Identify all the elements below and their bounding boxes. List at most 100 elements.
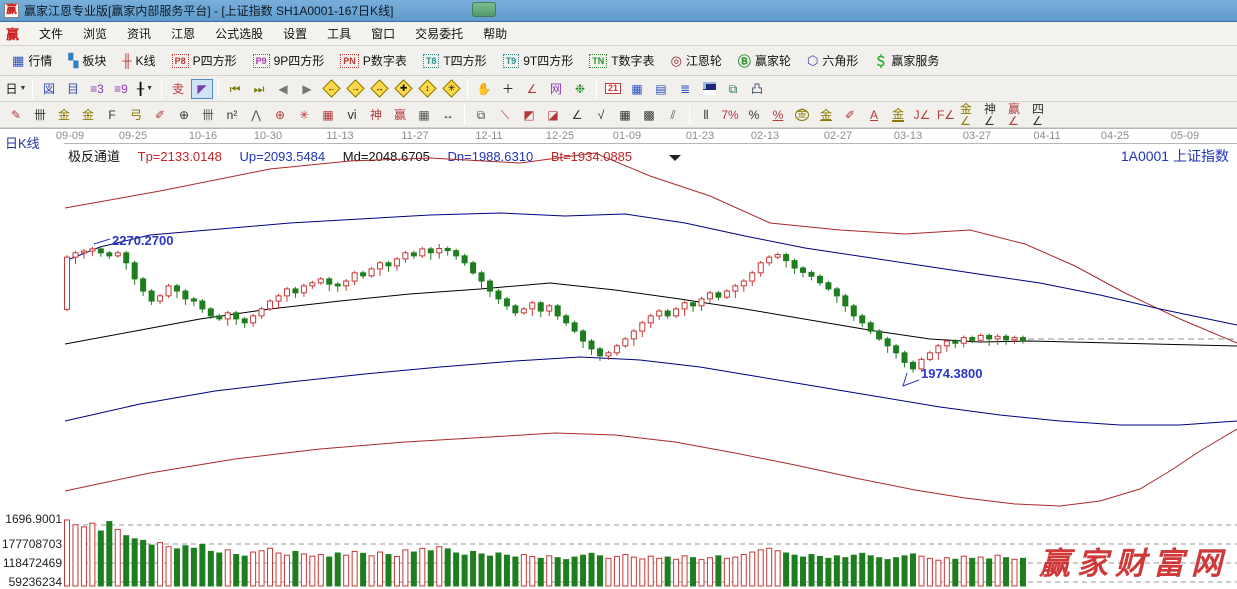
bars-9-icon[interactable]: ≡9: [110, 79, 132, 99]
t-square-button[interactable]: T8T四方形: [417, 49, 493, 72]
grid-dense-icon[interactable]: ▩: [638, 105, 660, 125]
ying-angle-icon[interactable]: 赢∠: [1007, 105, 1029, 125]
menu-item-4[interactable]: 公式选股: [205, 24, 273, 44]
winner-wheel-button[interactable]: Ⓑ赢家轮: [732, 48, 797, 73]
hexagon-button[interactable]: ⬡六角形: [801, 49, 864, 72]
gold-grid-icon[interactable]: 金: [53, 105, 75, 125]
zoom-left-icon[interactable]: ←: [320, 79, 342, 99]
last-bar-icon[interactable]: ⏭: [248, 79, 270, 99]
smart-tool-icon[interactable]: ❉: [569, 79, 591, 99]
sectors-button[interactable]: ▚板块: [62, 49, 112, 72]
chart-canvas[interactable]: [0, 129, 1237, 589]
j-angle-icon[interactable]: J∠: [911, 105, 933, 125]
p-square-button[interactable]: P8P四方形: [166, 49, 243, 72]
data-table-icon[interactable]: ▦: [626, 79, 648, 99]
f-angle-icon[interactable]: F∠: [935, 105, 957, 125]
gold-angle-icon[interactable]: 金∠: [959, 105, 981, 125]
calendar-icon[interactable]: 21: [602, 79, 624, 99]
angle-tool-icon[interactable]: ∠: [521, 79, 543, 99]
bars-3-icon[interactable]: ≡3: [86, 79, 108, 99]
print-icon[interactable]: 凸: [746, 79, 768, 99]
si-angle-icon[interactable]: 四∠: [1031, 105, 1053, 125]
t-number-table-button[interactable]: TNT数字表: [583, 49, 660, 72]
info-doc-icon[interactable]: 目: [62, 79, 84, 99]
bar-scale-icon[interactable]: ⫴: [695, 105, 717, 125]
quotes-button[interactable]: ▦行情: [6, 49, 58, 72]
next-bar-icon[interactable]: ▶: [296, 79, 318, 99]
save-icon[interactable]: [698, 79, 720, 99]
gold-grid2-icon[interactable]: 金: [77, 105, 99, 125]
box-grid-icon[interactable]: ▦: [317, 105, 339, 125]
volume-bar: [648, 556, 653, 586]
tick-marks-icon[interactable]: ⅵ: [341, 105, 363, 125]
ying-grid-icon[interactable]: 赢: [389, 105, 411, 125]
menu-item-2[interactable]: 资讯: [117, 24, 161, 44]
a-channel-icon[interactable]: A: [863, 105, 885, 125]
p-number-table-button[interactable]: PNP数字表: [334, 49, 413, 72]
gold-line-icon[interactable]: 金: [815, 105, 837, 125]
diag-lines-icon[interactable]: ⫽: [662, 105, 684, 125]
gold-circle-icon[interactable]: 金: [791, 105, 813, 125]
red-pattern-icon[interactable]: 叏: [167, 79, 189, 99]
zoom-all-icon[interactable]: ✳: [440, 79, 462, 99]
shen-grid-icon[interactable]: 神: [365, 105, 387, 125]
line-scale-icon[interactable]: 卌: [29, 105, 51, 125]
t9-square-button[interactable]: T99T四方形: [497, 49, 580, 72]
winner-service-button[interactable]: ＄赢家服务: [868, 48, 945, 73]
menu-item-0[interactable]: 文件: [29, 24, 73, 44]
p9-square-button[interactable]: P99P四方形: [247, 49, 331, 72]
drop-pen-icon[interactable]: ✐: [839, 105, 861, 125]
box-select-icon[interactable]: ⧉: [470, 105, 492, 125]
hash-ruler-icon[interactable]: 卌: [197, 105, 219, 125]
color-chart-icon[interactable]: ◤: [191, 79, 213, 99]
n2-icon[interactable]: n²: [221, 105, 243, 125]
menu-item-8[interactable]: 交易委托: [405, 24, 473, 44]
rays-icon[interactable]: ⟍: [494, 105, 516, 125]
pct-icon[interactable]: %: [743, 105, 765, 125]
width-measure-icon[interactable]: ↔: [437, 105, 459, 125]
pattern-view-icon[interactable]: 図: [38, 79, 60, 99]
fan2-icon[interactable]: ◪: [542, 105, 564, 125]
seven-pct-icon[interactable]: 7%: [719, 105, 741, 125]
zoom-right-icon[interactable]: →: [344, 79, 366, 99]
brush-icon[interactable]: ✐: [149, 105, 171, 125]
coil-icon[interactable]: 弓: [125, 105, 147, 125]
calculator-icon[interactable]: ▤: [650, 79, 672, 99]
prev-bar-icon[interactable]: ◀: [272, 79, 294, 99]
menu-item-9[interactable]: 帮助: [473, 24, 517, 44]
volume-bar: [335, 553, 340, 586]
grid-123-icon[interactable]: ▦: [413, 105, 435, 125]
gann-wheel-button[interactable]: ◎江恩轮: [665, 49, 728, 72]
check-line-icon[interactable]: √: [590, 105, 612, 125]
pen-knife-icon[interactable]: ✎: [5, 105, 27, 125]
menu-item-1[interactable]: 浏览: [73, 24, 117, 44]
period-day-dropdown[interactable]: 日▼: [5, 79, 27, 99]
gold-under-icon[interactable]: 金: [887, 105, 909, 125]
notes-icon[interactable]: ≣: [674, 79, 696, 99]
shen-angle-icon[interactable]: 神∠: [983, 105, 1005, 125]
angle-line-icon[interactable]: ∠: [566, 105, 588, 125]
f-ruler-icon[interactable]: F: [101, 105, 123, 125]
compass-icon[interactable]: ⊕: [269, 105, 291, 125]
menu-item-3[interactable]: 江恩: [161, 24, 205, 44]
menu-item-5[interactable]: 设置: [273, 24, 317, 44]
grid-large-icon[interactable]: ▦: [614, 105, 636, 125]
zoom-vertical-icon[interactable]: ↕: [416, 79, 438, 99]
circle-grid-icon[interactable]: ⊕: [173, 105, 195, 125]
pct-line-icon[interactable]: %: [767, 105, 789, 125]
first-bar-icon[interactable]: ⏮: [224, 79, 246, 99]
kline-button[interactable]: ╫K线: [116, 49, 161, 72]
mirror-icon[interactable]: ⋀: [245, 105, 267, 125]
menu-item-6[interactable]: 工具: [317, 24, 361, 44]
zoom-horizontal-icon[interactable]: ↔: [368, 79, 390, 99]
hand-tool-icon[interactable]: ✋: [473, 79, 495, 99]
star-grid-icon[interactable]: ✳: [293, 105, 315, 125]
zoom-in-icon[interactable]: ✚: [392, 79, 414, 99]
export-icon[interactable]: ⧉: [722, 79, 744, 99]
candle-style-dropdown[interactable]: ╂▼: [134, 79, 156, 99]
menu-item-7[interactable]: 窗口: [361, 24, 405, 44]
grid-tool-icon[interactable]: 网: [545, 79, 567, 99]
fan-icon[interactable]: ◩: [518, 105, 540, 125]
p-square-button-label: P四方形: [193, 52, 237, 69]
crosshair-tool-icon[interactable]: ＋: [497, 79, 519, 99]
